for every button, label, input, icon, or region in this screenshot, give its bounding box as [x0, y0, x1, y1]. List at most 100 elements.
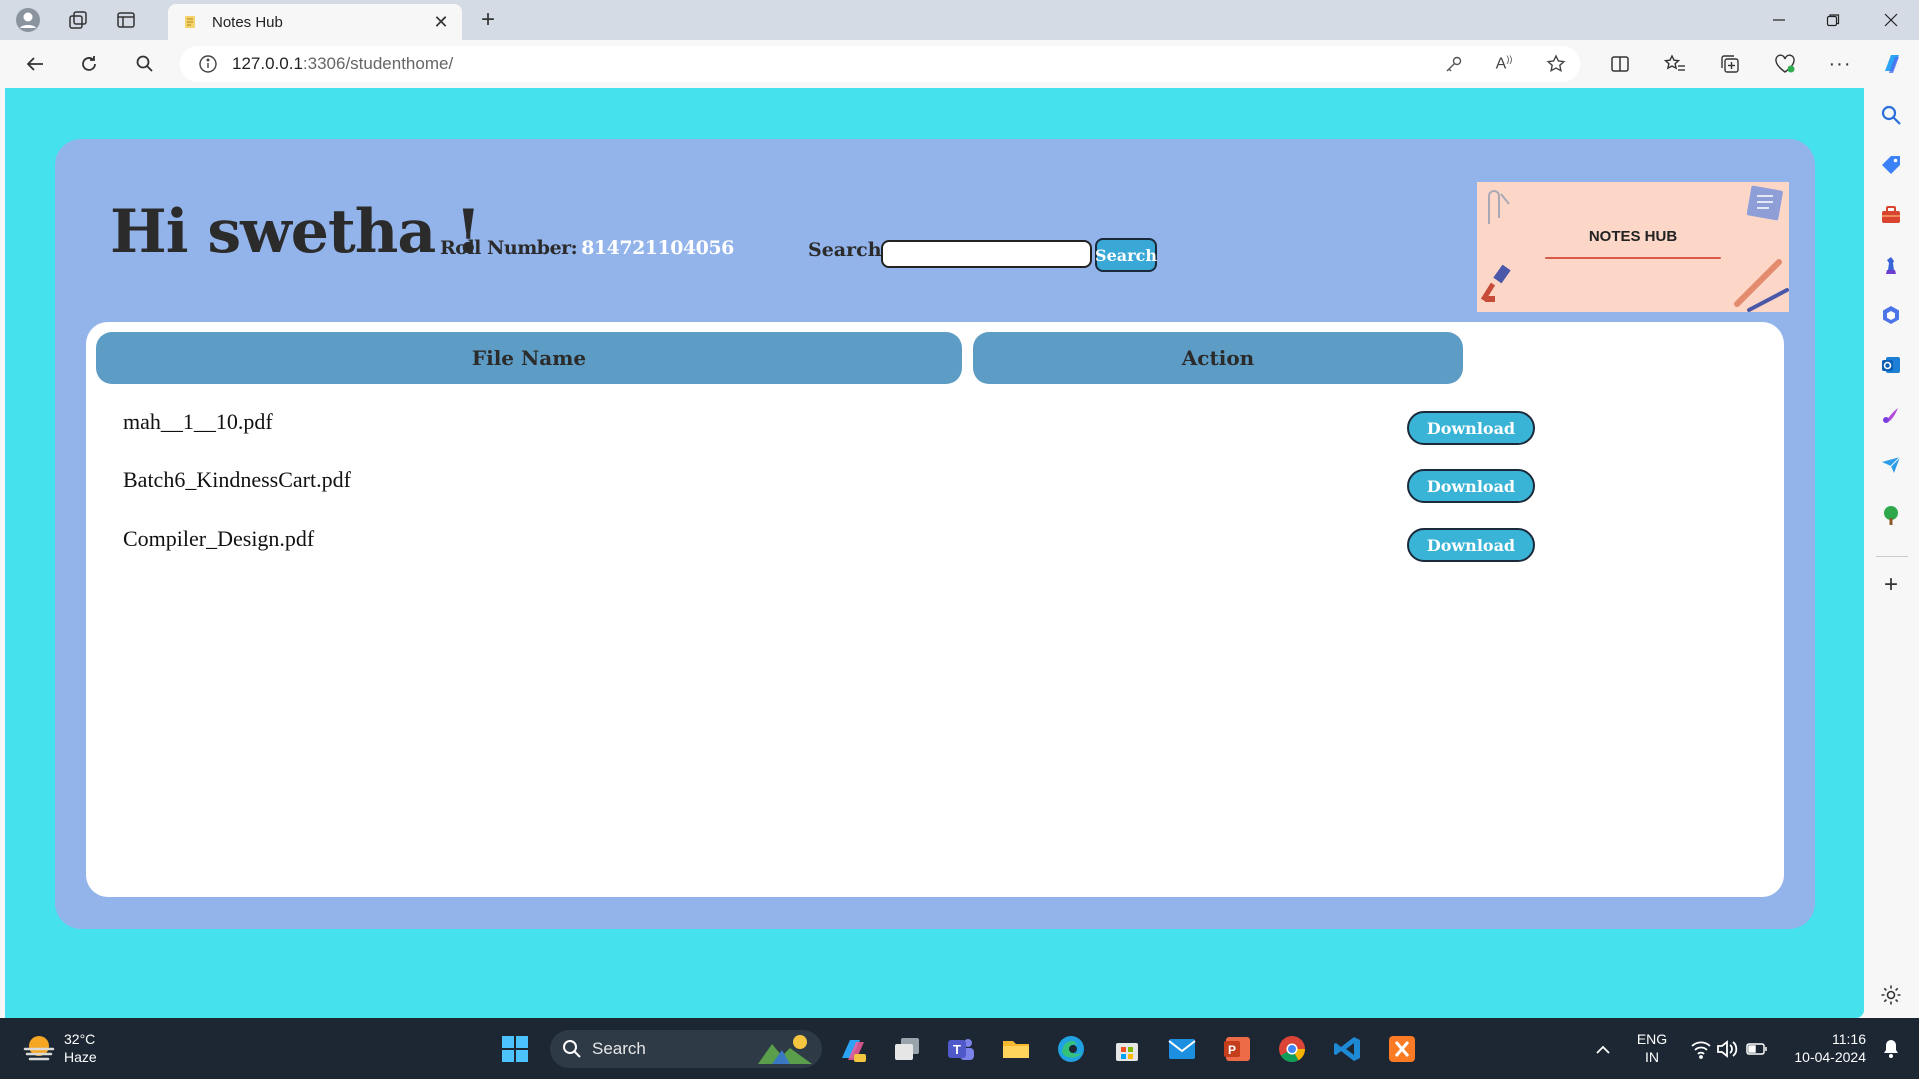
download-button[interactable]: Download: [1407, 528, 1535, 562]
language-indicator[interactable]: ENG IN: [1632, 1030, 1672, 1066]
plus-icon: +: [480, 6, 495, 33]
heart-pulse-icon: [1775, 54, 1795, 73]
download-button[interactable]: Download: [1407, 469, 1535, 503]
browser-viewport: Hi swetha ! Roll Number: 814721104056 Sea…: [0, 88, 1864, 1018]
windows-taskbar: 32°C Haze Search T P ENG IN 11:16 10-04-…: [0, 1018, 1919, 1079]
workspaces-button[interactable]: [62, 6, 94, 34]
search-label: Search:: [808, 239, 889, 261]
close-window-button[interactable]: [1864, 0, 1918, 40]
notification-bell-icon[interactable]: [1874, 1032, 1908, 1066]
edge-browser-icon[interactable]: [1054, 1032, 1088, 1066]
pushpin-icon: [1480, 264, 1511, 302]
tab-strip: Notes Hub ✕ +: [0, 0, 1919, 40]
teams-icon[interactable]: T: [944, 1032, 978, 1066]
weather-description: Haze: [64, 1049, 97, 1065]
profile-icon: [16, 8, 40, 32]
mail-icon[interactable]: [1165, 1032, 1199, 1066]
weather-widget[interactable]: 32°C Haze: [22, 1030, 97, 1066]
collections-button[interactable]: [1712, 48, 1748, 80]
settings-more-button[interactable]: ···: [1822, 48, 1858, 80]
roll-number-label: Roll Number:: [440, 237, 578, 259]
volume-icon[interactable]: [1710, 1032, 1744, 1066]
start-button[interactable]: [498, 1032, 532, 1066]
new-tab-button[interactable]: +: [472, 6, 504, 34]
powerpoint-icon[interactable]: P: [1220, 1032, 1254, 1066]
svg-text:T: T: [953, 1042, 961, 1057]
greeting-heading: Hi swetha !: [110, 197, 481, 267]
xampp-icon[interactable]: [1385, 1032, 1419, 1066]
add-sidebar-app-icon[interactable]: +: [1878, 571, 1904, 598]
copilot-button[interactable]: [1874, 48, 1910, 80]
workspaces-icon: [69, 11, 87, 29]
microsoft-store-icon[interactable]: [1110, 1032, 1144, 1066]
edge-sidebar: +: [1864, 88, 1919, 1018]
search-web-button[interactable]: [128, 48, 162, 80]
read-aloud-icon[interactable]: A)): [1490, 52, 1518, 76]
more-dots-icon: ···: [1828, 52, 1852, 75]
clock[interactable]: 11:16 10-04-2024: [1782, 1030, 1866, 1066]
send-drop-icon[interactable]: [1878, 452, 1904, 478]
back-arrow-icon: [26, 57, 43, 71]
shopping-tag-icon[interactable]: [1878, 152, 1904, 178]
restore-button[interactable]: [1806, 0, 1860, 40]
split-screen-button[interactable]: [1602, 48, 1638, 80]
browser-essentials-button[interactable]: [1767, 48, 1803, 80]
language-code: ENG: [1636, 1031, 1668, 1047]
svg-text:P: P: [1228, 1043, 1236, 1057]
microsoft-365-icon[interactable]: [1878, 302, 1904, 328]
chrome-icon[interactable]: [1275, 1032, 1309, 1066]
toolbox-icon[interactable]: [1878, 202, 1904, 228]
task-view-icon[interactable]: [890, 1032, 924, 1066]
favorite-star-icon[interactable]: [1542, 52, 1570, 76]
tab-title: Notes Hub: [212, 13, 283, 31]
windows-logo-icon: [502, 1036, 528, 1062]
file-name-cell: Compiler_Design.pdf: [123, 526, 315, 551]
back-button[interactable]: [18, 48, 52, 80]
battery-icon[interactable]: [1740, 1032, 1774, 1066]
paperclip-icon: [1488, 190, 1510, 224]
address-toolbar: 127.0.0.1:3306/studenthome/ A)) ···: [0, 40, 1919, 88]
vscode-icon[interactable]: [1330, 1032, 1364, 1066]
sidebar-search-icon[interactable]: [1878, 102, 1904, 128]
notes-hub-banner: NOTES HUB: [1477, 182, 1789, 312]
active-tab[interactable]: Notes Hub ✕: [168, 4, 462, 40]
sidebar-settings-gear-icon[interactable]: [1878, 982, 1904, 1008]
download-button[interactable]: Download: [1407, 411, 1535, 445]
url-field[interactable]: 127.0.0.1:3306/studenthome/ A)): [180, 46, 1580, 82]
tree-icon[interactable]: [1878, 502, 1904, 528]
password-key-icon[interactable]: [1440, 52, 1468, 76]
search-input[interactable]: [881, 240, 1092, 268]
copilot-app-icon[interactable]: [836, 1032, 870, 1066]
table-row: mah__1__10.pdf Download: [86, 409, 1784, 469]
copilot-icon: [1885, 55, 1899, 73]
notes-favicon-icon: [185, 16, 195, 28]
profile-button[interactable]: [12, 6, 44, 34]
taskbar-search[interactable]: Search: [550, 1030, 822, 1068]
student-home-card: Hi swetha ! Roll Number: 814721104056 Sea…: [55, 139, 1815, 929]
file-name-cell: mah__1__10.pdf: [123, 409, 273, 434]
table-row: Compiler_Design.pdf Download: [86, 525, 1784, 585]
outlook-icon[interactable]: [1878, 352, 1904, 378]
column-header-file-name: File Name: [96, 332, 962, 384]
refresh-button[interactable]: [72, 48, 106, 80]
url-text: 127.0.0.1:3306/studenthome/: [232, 54, 453, 74]
close-icon: [1884, 13, 1898, 27]
sticky-notes-icon: [1747, 185, 1783, 221]
page-background: Hi swetha ! Roll Number: 814721104056 Sea…: [5, 88, 1864, 1018]
pencil-icon: [1734, 259, 1789, 312]
favorites-button[interactable]: [1657, 48, 1693, 80]
url-host: 127.0.0.1: [232, 54, 303, 73]
games-chess-icon[interactable]: [1878, 252, 1904, 278]
roll-number: Roll Number: 814721104056: [440, 237, 734, 259]
vertical-tabs-button[interactable]: [110, 6, 142, 34]
close-tab-icon[interactable]: ✕: [428, 9, 454, 35]
column-header-action: Action: [973, 332, 1463, 384]
designer-icon[interactable]: [1878, 402, 1904, 428]
show-hidden-icons-chevron-icon[interactable]: [1586, 1032, 1620, 1066]
file-explorer-icon[interactable]: [999, 1032, 1033, 1066]
file-name-cell: Batch6_KindnessCart.pdf: [123, 467, 351, 492]
minimize-button[interactable]: [1752, 0, 1806, 40]
site-info-icon: [199, 55, 217, 73]
search-button[interactable]: Search: [1095, 238, 1157, 272]
favorites-icon: [1664, 54, 1685, 71]
